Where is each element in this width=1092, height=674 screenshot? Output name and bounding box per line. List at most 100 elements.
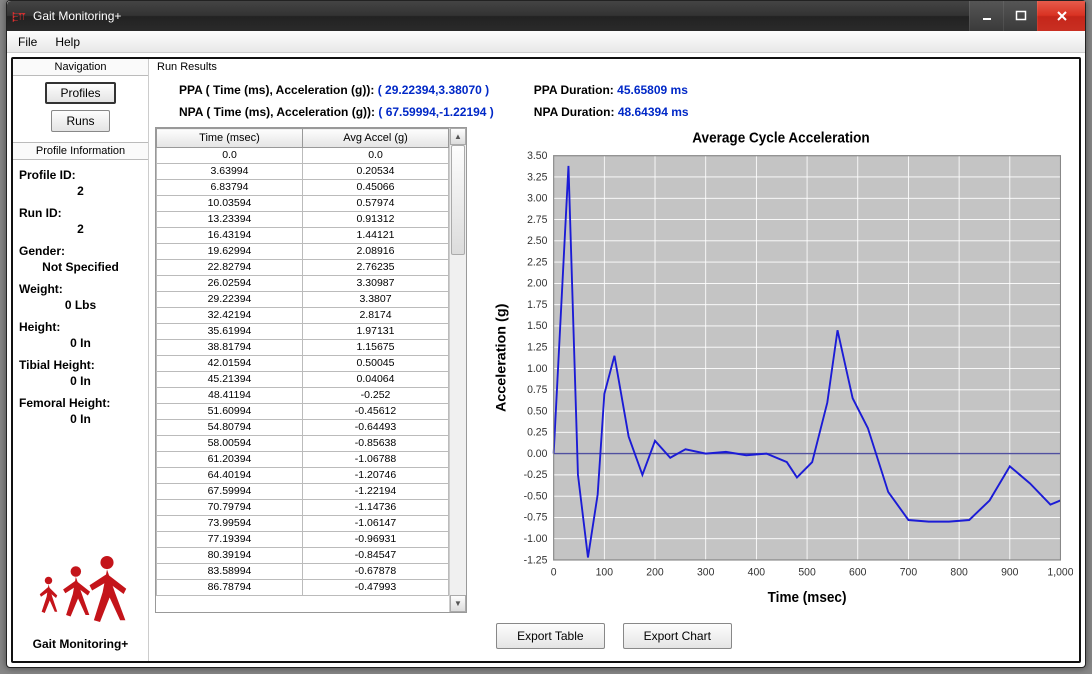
table-row[interactable]: 29.223943.3807 [157,292,449,308]
table-cell: 3.3807 [303,292,449,308]
table-row[interactable]: 0.00.0 [157,148,449,164]
table-scrollbar[interactable]: ▲ ▼ [449,128,466,612]
table-cell: 0.91312 [303,212,449,228]
menubar: File Help [7,31,1085,53]
svg-text:800: 800 [950,566,967,578]
svg-text:-0.50: -0.50 [524,490,548,502]
svg-text:2.75: 2.75 [527,214,547,226]
table-cell: 45.21394 [157,372,303,388]
table-row[interactable]: 61.20394-1.06788 [157,452,449,468]
table-cell: 29.22394 [157,292,303,308]
svg-text:100: 100 [596,566,613,578]
svg-text:3.25: 3.25 [527,171,547,183]
table-cell: 1.44121 [303,228,449,244]
table-cell: 51.60994 [157,404,303,420]
table-row[interactable]: 80.39194-0.84547 [157,548,449,564]
table-row[interactable]: 22.827942.76235 [157,260,449,276]
table-row[interactable]: 86.78794-0.47993 [157,580,449,596]
table-cell: 86.78794 [157,580,303,596]
table-row[interactable]: 83.58994-0.67878 [157,564,449,580]
window-title: Gait Monitoring+ [31,9,969,23]
table-row[interactable]: 51.60994-0.45612 [157,404,449,420]
table-row[interactable]: 58.00594-0.85638 [157,436,449,452]
table-cell: 10.03594 [157,196,303,212]
femoral-value: 0 In [19,410,142,430]
table-cell: 80.39194 [157,548,303,564]
minimize-button[interactable] [969,1,1003,31]
table-row[interactable]: 38.817941.15675 [157,340,449,356]
table-cell: -0.64493 [303,420,449,436]
run-results-title: Run Results [155,59,1073,73]
profile-id-label: Profile ID: [19,168,142,182]
svg-text:Time (msec): Time (msec) [768,589,847,605]
table-row[interactable]: 16.431941.44121 [157,228,449,244]
table-row[interactable]: 42.015940.50045 [157,356,449,372]
table-row[interactable]: 32.421942.8174 [157,308,449,324]
table-row[interactable]: 26.025943.30987 [157,276,449,292]
table-cell: 61.20394 [157,452,303,468]
table-cell: -0.96931 [303,532,449,548]
table-row[interactable]: 73.99594-1.06147 [157,516,449,532]
table-cell: -1.06147 [303,516,449,532]
table-row[interactable]: 70.79794-1.14736 [157,500,449,516]
table-cell: -1.22194 [303,484,449,500]
table-row[interactable]: 64.40194-1.20746 [157,468,449,484]
table-row[interactable]: 35.619941.97131 [157,324,449,340]
table-cell: 19.62994 [157,244,303,260]
table-cell: -0.84547 [303,548,449,564]
col-accel[interactable]: Avg Accel (g) [303,129,449,148]
table-cell: 22.82794 [157,260,303,276]
runs-button[interactable]: Runs [51,110,109,132]
export-table-button[interactable]: Export Table [496,623,605,649]
table-row[interactable]: 3.639940.20534 [157,164,449,180]
table-cell: 0.04064 [303,372,449,388]
gender-value: Not Specified [19,258,142,278]
table-row[interactable]: 48.41194-0.252 [157,388,449,404]
table-row[interactable]: 45.213940.04064 [157,372,449,388]
nav-title: Navigation [13,59,148,76]
svg-text:0: 0 [551,566,557,578]
menu-file[interactable]: File [9,32,46,52]
table-row[interactable]: 10.035940.57974 [157,196,449,212]
close-button[interactable] [1037,1,1085,31]
table-cell: -1.20746 [303,468,449,484]
sidebar: Navigation Profiles Runs Profile Informa… [13,59,149,661]
summary: PPA ( Time (ms), Acceleration (g)): ( 29… [155,73,1073,125]
table-cell: 0.20534 [303,164,449,180]
table-cell: 0.45066 [303,180,449,196]
table-row[interactable]: 77.19394-0.96931 [157,532,449,548]
table-row[interactable]: 13.233940.91312 [157,212,449,228]
menu-help[interactable]: Help [46,32,89,52]
table-row[interactable]: 54.80794-0.64493 [157,420,449,436]
table-cell: 32.42194 [157,308,303,324]
titlebar[interactable]: 𐎮 Gait Monitoring+ [7,1,1085,31]
table-row[interactable]: 6.837940.45066 [157,180,449,196]
svg-text:2.25: 2.25 [527,256,547,268]
femoral-label: Femoral Height: [19,396,142,410]
scroll-up-icon[interactable]: ▲ [450,128,466,145]
table-cell: 1.15675 [303,340,449,356]
table-cell: 13.23394 [157,212,303,228]
col-time[interactable]: Time (msec) [157,129,303,148]
scroll-down-icon[interactable]: ▼ [450,595,466,612]
table-row[interactable]: 19.629942.08916 [157,244,449,260]
scroll-thumb[interactable] [451,145,465,255]
tibial-label: Tibial Height: [19,358,142,372]
svg-text:2.00: 2.00 [527,277,547,289]
table-cell: -1.14736 [303,500,449,516]
logo: Gait Monitoring+ [13,548,148,661]
maximize-button[interactable] [1003,1,1037,31]
export-chart-button[interactable]: Export Chart [623,623,732,649]
table-cell: 38.81794 [157,340,303,356]
profile-info: Profile ID: 2 Run ID: 2 Gender: Not Spec… [13,160,148,434]
table-cell: 3.63994 [157,164,303,180]
svg-text:3.00: 3.00 [527,192,547,204]
npa-value: ( 67.59994,-1.22194 ) [378,105,493,119]
profiles-button[interactable]: Profiles [45,82,115,104]
svg-text:1.75: 1.75 [527,299,547,311]
body: Navigation Profiles Runs Profile Informa… [11,57,1081,663]
logo-label: Gait Monitoring+ [17,637,144,651]
table-row[interactable]: 67.59994-1.22194 [157,484,449,500]
svg-text:0.00: 0.00 [527,448,547,460]
svg-text:300: 300 [697,566,714,578]
